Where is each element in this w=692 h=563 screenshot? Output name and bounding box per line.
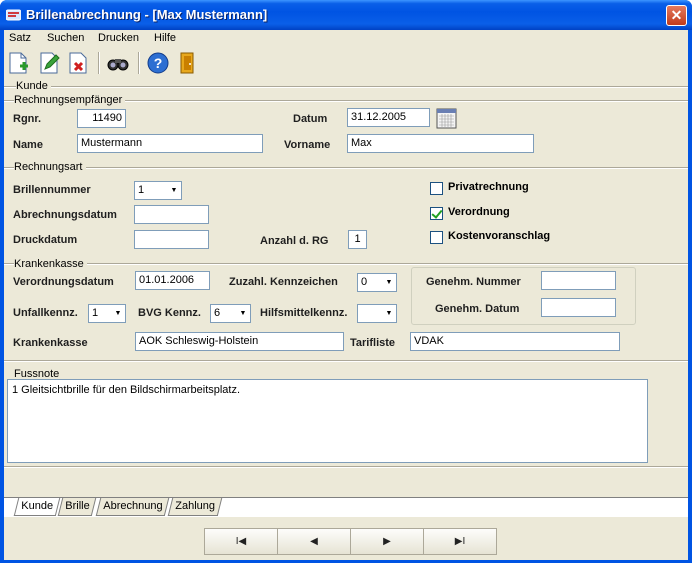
verordnungsdatum-field[interactable]: 01.01.2006 [135,271,210,290]
brillennummer-select[interactable]: 1 ▼ [134,181,182,200]
divider [4,466,688,468]
tarifliste-field[interactable]: VDAK [410,332,620,351]
anzahl-label: Anzahl d. RG [260,235,329,247]
client-area: Satz Suchen Drucken Hilfe ? Kunde Rechnu… [4,30,688,560]
svg-text:?: ? [154,55,163,71]
genehm-nummer-field[interactable] [541,271,616,290]
chevron-down-icon[interactable]: ▼ [382,274,396,291]
genehm-datum-label: Genehm. Datum [435,303,520,315]
genehm-nummer-label: Genehm. Nummer [426,276,521,288]
privatrechnung-checkbox[interactable] [430,182,443,195]
nav-first-button[interactable]: I◀ [204,528,278,555]
unfall-select[interactable]: 1 ▼ [88,304,126,323]
verordnung-checkbox[interactable] [430,207,443,220]
bvg-label: BVG Kennz. [138,307,201,319]
section-krankenkasse: Krankenkasse [14,258,87,270]
abrechnungsdatum-label: Abrechnungsdatum [13,209,117,221]
anzahl-field[interactable]: 1 [348,230,367,249]
hilfsmittel-label: Hilfsmittelkennz. [260,307,348,319]
edit-document-icon[interactable] [37,51,61,75]
unfall-value: 1 [92,307,99,319]
privatrechnung-label[interactable]: Privatrechnung [448,181,529,193]
section-rechnungsart: Rechnungsart [14,161,86,173]
menu-suchen[interactable]: Suchen [47,32,84,44]
zuzahl-select[interactable]: 0 ▼ [357,273,397,292]
vorname-field[interactable]: Max [347,134,534,153]
chevron-down-icon[interactable]: ▼ [167,182,181,199]
verordnung-label[interactable]: Verordnung [448,206,510,218]
krankenkasse-label: Krankenkasse [13,337,88,349]
close-button[interactable]: ✕ [666,5,687,26]
menu-hilfe[interactable]: Hilfe [154,32,176,44]
help-icon[interactable]: ? [146,51,170,75]
unfall-label: Unfallkennz. [13,307,78,319]
menu-bar: Satz Suchen Drucken Hilfe [4,30,688,48]
exit-door-icon[interactable] [176,51,200,75]
vorname-label: Vorname [284,139,331,151]
nav-prev-button[interactable]: ◀ [277,528,351,555]
toolbar: ? [4,48,688,78]
druckdatum-label: Druckdatum [13,234,78,246]
section-rechnungsempfaenger: Rechnungsempfänger [14,94,126,106]
delete-document-icon[interactable] [66,51,90,75]
brillennummer-value: 1 [138,184,145,196]
krankenkasse-field[interactable]: AOK Schleswig-Holstein [135,332,344,351]
binoculars-icon[interactable] [106,51,130,75]
zuzahl-value: 0 [361,276,368,288]
toolbar-separator [138,52,140,74]
nav-last-button[interactable]: ▶I [423,528,497,555]
verordnungsdatum-label: Verordnungsdatum [13,276,114,288]
application-window: Brillenabrechnung - [Max Mustermann] ✕ S… [0,0,692,563]
divider [4,167,688,169]
new-document-icon[interactable] [6,51,30,75]
hilfsmittel-select[interactable]: ▼ [357,304,397,323]
bvg-select[interactable]: 6 ▼ [210,304,251,323]
abrechnungsdatum-field[interactable] [134,205,209,224]
tab-strip: Kunde Brille Abrechnung Zahlung [4,497,688,517]
rgnr-field[interactable]: 11490 [77,109,126,128]
tab-abrechnung[interactable]: Abrechnung [95,498,170,516]
calendar-icon[interactable] [436,108,457,129]
name-label: Name [13,139,43,151]
datum-label: Datum [293,113,328,125]
zuzahl-label: Zuzahl. Kennzeichen [229,276,338,288]
section-kunde: Kunde [16,80,51,92]
divider [4,263,688,265]
divider [4,360,688,362]
menu-satz[interactable]: Satz [9,32,31,44]
menu-drucken[interactable]: Drucken [98,32,139,44]
tarifliste-label: Tarifliste [350,337,396,349]
datum-field[interactable]: 31.12.2005 [347,108,430,127]
kostenvoranschlag-checkbox[interactable] [430,231,443,244]
name-field[interactable]: Mustermann [77,134,263,153]
tab-kunde[interactable]: Kunde [13,498,61,516]
chevron-down-icon[interactable]: ▼ [382,305,396,322]
tab-zahlung[interactable]: Zahlung [167,498,223,516]
fussnote-textarea[interactable]: 1 Gleitsichtbrille für den Bildschirmarb… [7,379,648,463]
nav-next-button[interactable]: ▶ [350,528,424,555]
tab-brille[interactable]: Brille [57,498,97,516]
brillennummer-label: Brillennummer [13,184,91,196]
title-bar[interactable]: Brillenabrechnung - [Max Mustermann] ✕ [0,0,692,30]
druckdatum-field[interactable] [134,230,209,249]
app-icon [6,9,21,21]
chevron-down-icon[interactable]: ▼ [111,305,125,322]
bvg-value: 6 [214,307,221,319]
kostenvoranschlag-label[interactable]: Kostenvoranschlag [448,230,550,242]
genehm-datum-field[interactable] [541,298,616,317]
window-title: Brillenabrechnung - [Max Mustermann] [26,7,268,22]
divider [4,86,688,88]
chevron-down-icon[interactable]: ▼ [236,305,250,322]
toolbar-separator [98,52,100,74]
rgnr-label: Rgnr. [13,113,42,125]
